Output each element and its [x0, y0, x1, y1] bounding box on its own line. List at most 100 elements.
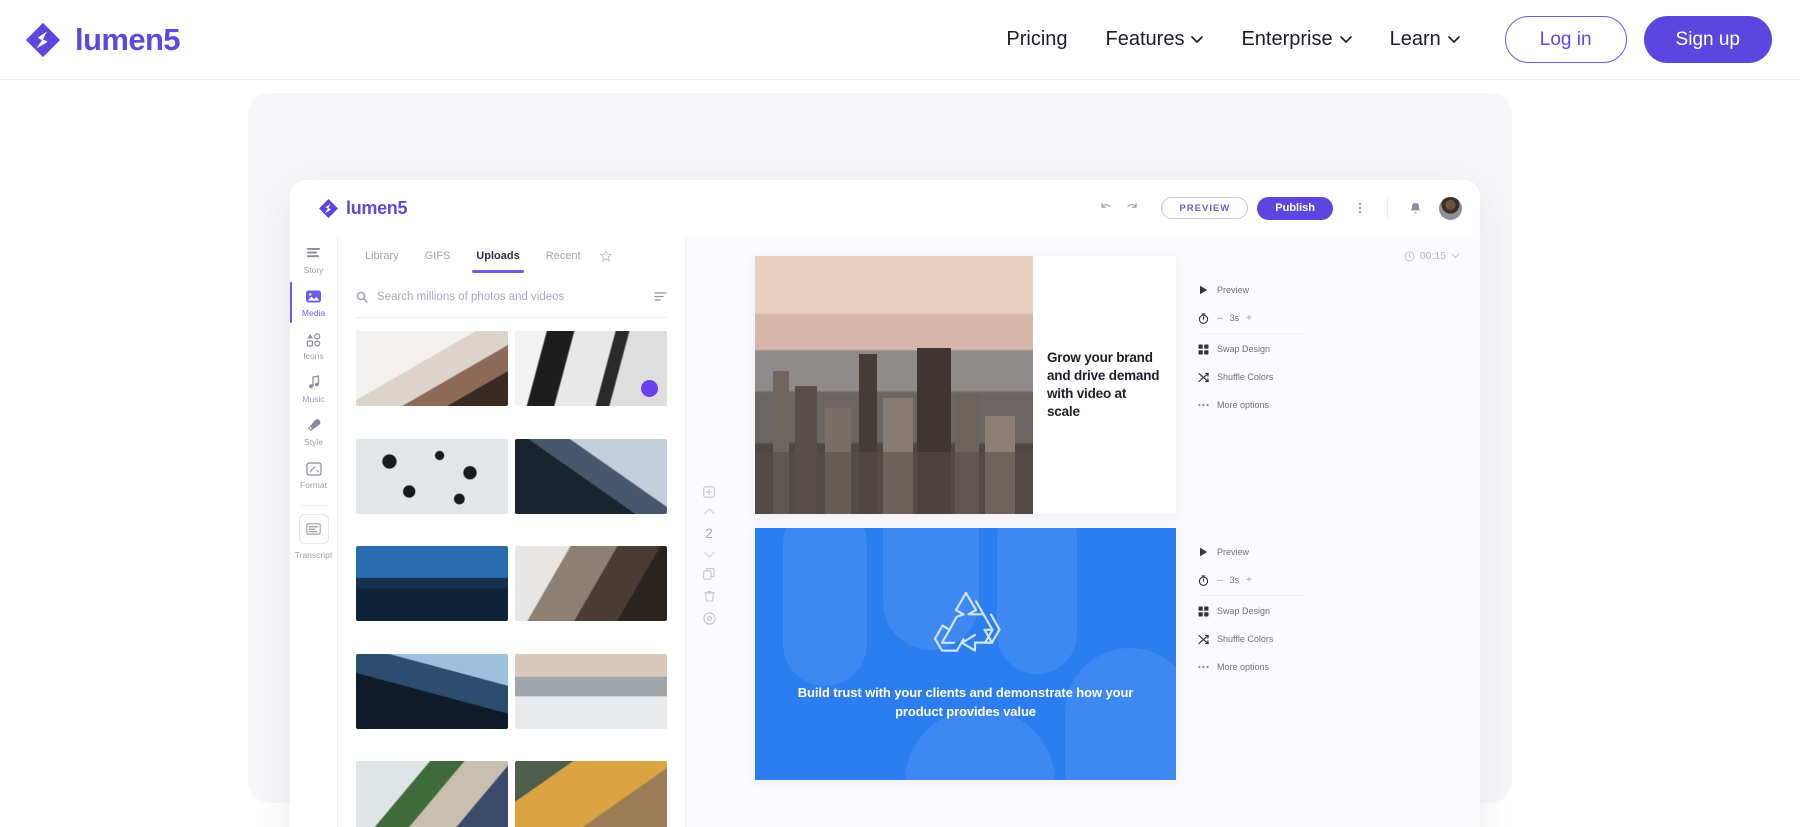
- nav-item-enterprise[interactable]: Enterprise: [1222, 28, 1370, 51]
- sidebar-item-story[interactable]: Story: [290, 238, 338, 281]
- chevron-down-icon: [1447, 36, 1460, 43]
- filter-icon[interactable]: [654, 291, 667, 302]
- swap-design-option[interactable]: Swap Design: [1198, 597, 1306, 625]
- duration-value: 3s: [1229, 575, 1240, 585]
- media-thumbnail[interactable]: [356, 331, 508, 406]
- sidebar-label: Transcript: [294, 550, 333, 560]
- nav-item-pricing[interactable]: Pricing: [987, 28, 1086, 51]
- signup-button[interactable]: Sign up: [1643, 16, 1772, 63]
- more-options-option[interactable]: More options: [1198, 653, 1306, 681]
- more-options-option[interactable]: More options: [1198, 391, 1306, 419]
- chevron-down-icon: [1451, 253, 1460, 259]
- nav-label: Pricing: [1006, 28, 1068, 50]
- chevron-up-icon[interactable]: [703, 508, 715, 515]
- scene-controls-rail: 2: [692, 486, 726, 625]
- duration-decrease[interactable]: –: [1217, 313, 1223, 324]
- shuffle-colors-option[interactable]: Shuffle Colors: [1198, 363, 1306, 391]
- scene-card[interactable]: Build trust with your clients and demons…: [755, 528, 1176, 780]
- decor-blob: [997, 528, 1077, 674]
- preview-option[interactable]: Preview: [1198, 276, 1306, 304]
- media-thumbnail[interactable]: [515, 761, 667, 827]
- editor-brand-name: lumen5: [346, 197, 408, 218]
- scene-1-text-area[interactable]: Grow your brand and drive demand with vi…: [1033, 256, 1176, 514]
- option-label: Swap Design: [1217, 606, 1271, 616]
- sidebar-item-icons[interactable]: Icons: [290, 324, 338, 367]
- lumen5-editor-screenshot: lumen5 PREVIEW Publish Story Media Icons…: [290, 180, 1480, 827]
- duration-increase[interactable]: +: [1246, 313, 1252, 324]
- music-note-icon: [305, 374, 322, 391]
- option-label: Preview: [1217, 285, 1250, 295]
- kebab-menu-icon[interactable]: [1347, 195, 1373, 221]
- editor-logo[interactable]: lumen5: [318, 197, 408, 219]
- site-brand-name: lumen5: [75, 22, 181, 57]
- add-scene-icon[interactable]: [703, 486, 715, 498]
- tab-library[interactable]: Library: [352, 236, 412, 276]
- option-label: Swap Design: [1217, 344, 1271, 354]
- tab-uploads[interactable]: Uploads: [463, 236, 532, 276]
- duration-option[interactable]: – 3s +: [1198, 566, 1306, 594]
- duration-option[interactable]: – 3s +: [1198, 304, 1306, 332]
- user-avatar[interactable]: [1439, 196, 1462, 220]
- media-thumbnail[interactable]: [356, 438, 508, 514]
- nav-item-features[interactable]: Features: [1087, 28, 1223, 51]
- login-button[interactable]: Log in: [1504, 16, 1627, 63]
- publish-button[interactable]: Publish: [1257, 196, 1333, 220]
- duration-increase[interactable]: +: [1246, 575, 1252, 586]
- sidebar-item-music[interactable]: Music: [290, 367, 338, 410]
- tab-recent[interactable]: Recent: [533, 236, 594, 276]
- media-search-row: [356, 276, 667, 318]
- media-thumbnail[interactable]: [515, 546, 667, 622]
- sidebar-label: Media: [301, 308, 326, 318]
- nav-right-group: Pricing Features Enterprise Learn Log in…: [987, 16, 1772, 63]
- sidebar-label: Format: [300, 480, 327, 490]
- chevron-down-icon: [1339, 36, 1352, 43]
- media-thumbnail[interactable]: [515, 438, 667, 514]
- preview-button[interactable]: PREVIEW: [1161, 197, 1249, 219]
- bell-icon[interactable]: [1402, 195, 1428, 221]
- scene-1-image[interactable]: [755, 256, 1033, 514]
- sidebar-label: Music: [302, 394, 325, 404]
- sidebar-item-transcript[interactable]: Transcript: [290, 512, 338, 566]
- story-icon: [305, 245, 322, 262]
- media-thumbnail[interactable]: [515, 653, 667, 729]
- media-thumbnail[interactable]: [356, 653, 508, 729]
- media-tabs: Library GIFS Uploads Recent: [338, 236, 685, 276]
- video-duration[interactable]: 00:15: [1404, 250, 1460, 262]
- decor-blob: [783, 528, 867, 686]
- record-camera-icon[interactable]: [702, 612, 716, 625]
- media-thumbnail[interactable]: [515, 331, 667, 406]
- swap-design-option[interactable]: Swap Design: [1198, 335, 1306, 363]
- duration-decrease[interactable]: –: [1217, 575, 1223, 586]
- transcript-icon: [298, 514, 329, 544]
- media-thumbnail-grid: [338, 318, 685, 827]
- nav-label: Enterprise: [1241, 28, 1333, 50]
- search-input[interactable]: [377, 290, 645, 303]
- duration-stepper[interactable]: – 3s +: [1217, 575, 1252, 586]
- duration-value: 3s: [1229, 313, 1240, 323]
- shuffle-colors-option[interactable]: Shuffle Colors: [1198, 625, 1306, 653]
- lumen5-diamond-icon: [319, 198, 338, 218]
- trash-icon[interactable]: [703, 590, 715, 602]
- media-thumbnail[interactable]: [356, 761, 508, 827]
- preview-option[interactable]: Preview: [1198, 538, 1306, 566]
- chevron-down-icon: [1191, 36, 1204, 43]
- nav-item-learn[interactable]: Learn: [1371, 28, 1479, 51]
- chevron-down-icon[interactable]: [703, 551, 715, 558]
- media-thumbnail[interactable]: [356, 546, 508, 622]
- sidebar-item-style[interactable]: Style: [290, 410, 338, 453]
- landing-page: lumen5 Pricing Features Enterprise Learn: [0, 0, 1800, 827]
- scene-card[interactable]: Grow your brand and drive demand with vi…: [755, 256, 1176, 514]
- sidebar-item-format[interactable]: Format: [290, 453, 338, 496]
- top-navigation-bar: lumen5 Pricing Features Enterprise Learn: [0, 0, 1800, 80]
- duplicate-icon[interactable]: [703, 568, 715, 580]
- sidebar-item-media[interactable]: Media: [290, 281, 338, 324]
- skyline-silhouette: [755, 348, 1033, 514]
- duration-value: 00:15: [1419, 250, 1446, 262]
- grid-swap-icon: [1198, 606, 1209, 617]
- undo-icon[interactable]: [1093, 195, 1119, 221]
- duration-stepper[interactable]: – 3s +: [1217, 313, 1252, 324]
- redo-icon[interactable]: [1119, 195, 1145, 221]
- tab-gifs[interactable]: GIFS: [412, 236, 464, 276]
- star-icon[interactable]: [599, 250, 612, 262]
- site-logo[interactable]: lumen5: [24, 21, 181, 59]
